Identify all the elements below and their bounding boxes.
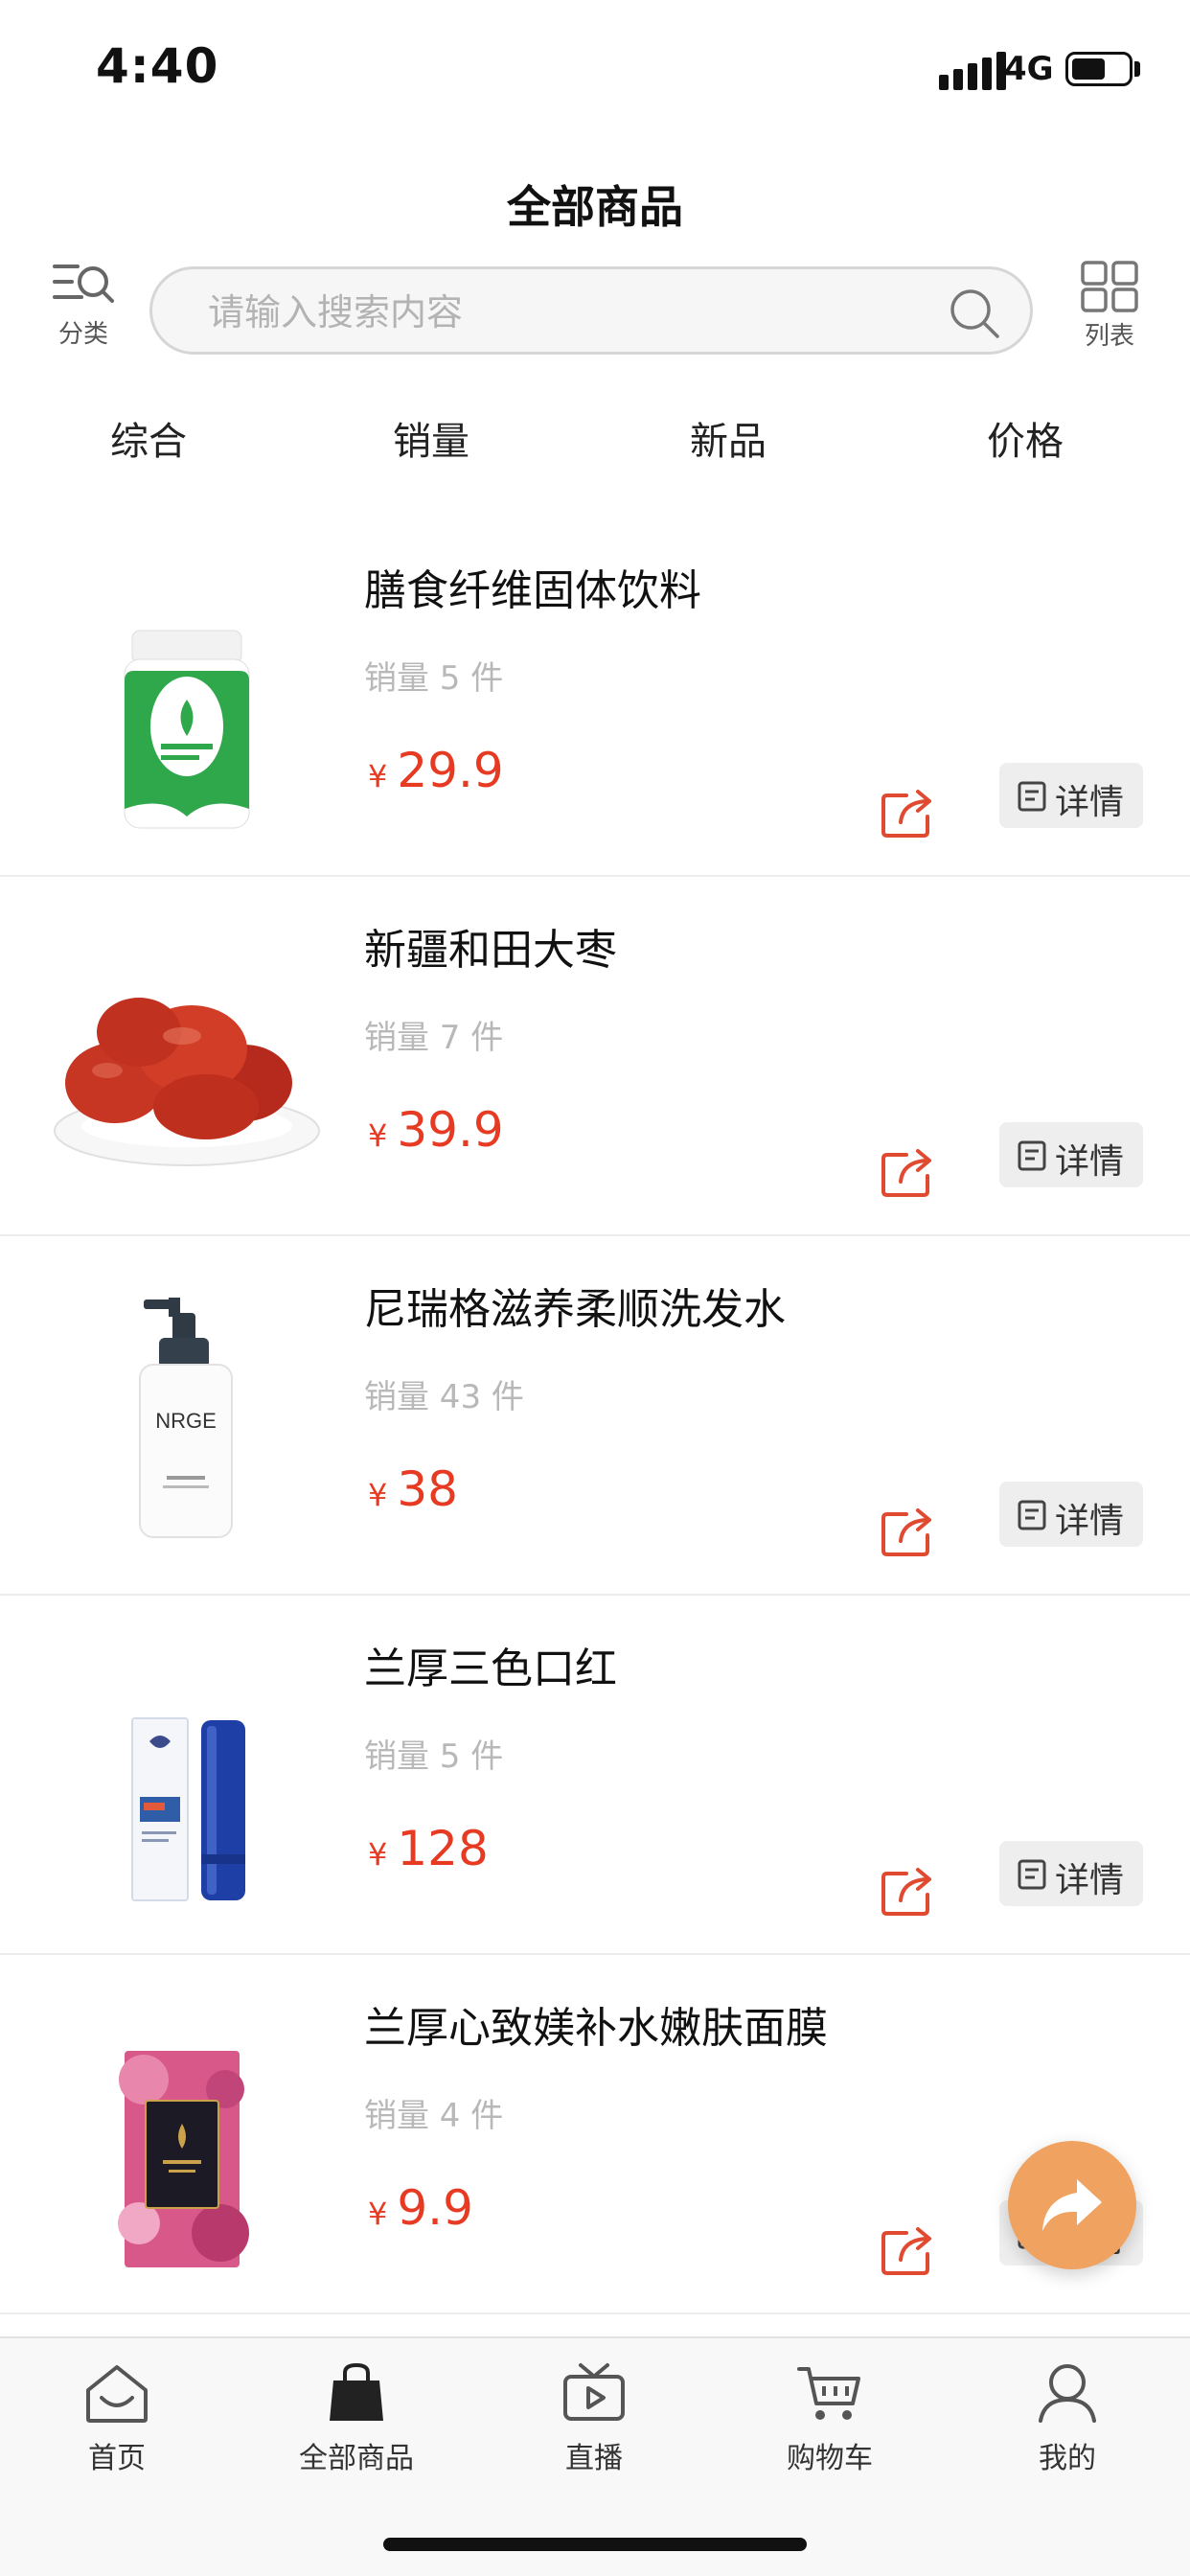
share-icon[interactable] [880, 1862, 937, 1918]
tv-icon [563, 2363, 625, 2421]
home-icon [86, 2365, 148, 2423]
category-search-icon [53, 264, 114, 303]
search-input[interactable] [206, 283, 938, 342]
cart-icon [797, 2367, 860, 2420]
currency-symbol: ¥ [368, 1477, 388, 1513]
product-sales: 销量 7 件 [364, 1019, 504, 1057]
product-row[interactable]: 膳食纤维固体饮料 销量 5 件 ¥29.9 详情 [0, 518, 1190, 877]
search-icon[interactable] [948, 287, 1001, 340]
product-sales: 销量 43 件 [364, 1378, 524, 1416]
product-name[interactable]: 新疆和田大枣 [364, 915, 617, 977]
product-row[interactable]: 兰厚三色口红 销量 5 件 ¥128 详情 [0, 1596, 1190, 1955]
category-button[interactable]: 分类 [50, 261, 117, 350]
product-price: ¥29.9 [368, 743, 504, 798]
detail-label: 详情 [1055, 1861, 1125, 1900]
product-price: ¥38 [368, 1461, 458, 1517]
nav-label: 购物车 [787, 2442, 873, 2475]
nav-label: 直播 [565, 2442, 623, 2475]
product-price: ¥128 [368, 1821, 489, 1876]
share-icon[interactable] [880, 1143, 937, 1199]
share-icon[interactable] [880, 2221, 937, 2277]
product-sales: 销量 5 件 [364, 1737, 504, 1776]
nav-label: 我的 [1039, 2442, 1096, 2475]
detail-button[interactable]: 详情 [999, 1841, 1143, 1906]
sort-tab-sales[interactable]: 销量 [335, 410, 527, 466]
grid-icon [1081, 261, 1138, 312]
price-value: 39.9 [397, 1102, 504, 1158]
product-image-lipstick [131, 1717, 245, 1901]
forward-share-icon [1042, 2179, 1102, 2231]
shampoo-brand-text: NRGE [155, 1409, 217, 1433]
product-price: ¥39.9 [368, 1102, 504, 1158]
product-image-shampoo: NRGE [139, 1298, 233, 1538]
document-icon [1018, 1859, 1046, 1890]
price-value: 9.9 [397, 2180, 473, 2236]
page-title: 全部商品 [507, 181, 683, 233]
document-icon [1018, 781, 1046, 812]
price-value: 38 [397, 1461, 458, 1517]
document-icon [1018, 1140, 1046, 1171]
home-indicator [383, 2538, 807, 2551]
currency-symbol: ¥ [368, 2196, 388, 2232]
currency-symbol: ¥ [368, 1836, 388, 1873]
price-value: 29.9 [397, 743, 504, 798]
product-row[interactable]: 新疆和田大枣 销量 7 件 ¥39.9 详情 [0, 877, 1190, 1236]
detail-label: 详情 [1055, 1502, 1125, 1541]
currency-symbol: ¥ [368, 758, 388, 794]
nav-mine[interactable]: 我的 [972, 2361, 1163, 2476]
nav-all-products[interactable]: 全部商品 [261, 2361, 452, 2476]
detail-button[interactable]: 详情 [999, 1122, 1143, 1187]
product-name[interactable]: 兰厚心致媄补水嫩肤面膜 [364, 1993, 828, 2055]
share-icon[interactable] [880, 784, 937, 840]
product-image-face-mask [118, 2051, 249, 2267]
user-icon [1039, 2364, 1096, 2423]
nav-label: 全部商品 [299, 2442, 414, 2475]
product-row[interactable]: NRGE 尼瑞格滋养柔顺洗发水 销量 43 件 ¥38 详情 [0, 1236, 1190, 1596]
battery-cap [1134, 61, 1140, 77]
detail-button[interactable]: 详情 [999, 1482, 1143, 1547]
document-icon [1018, 1500, 1046, 1530]
price-value: 128 [397, 1821, 489, 1876]
signal-icon [939, 52, 1006, 90]
list-view-button[interactable]: 列表 [1071, 261, 1148, 352]
floating-share-button[interactable] [1008, 2141, 1136, 2269]
sort-tab-comprehensive[interactable]: 综合 [53, 410, 244, 466]
product-image-supplement [124, 630, 250, 829]
product-sales: 销量 4 件 [364, 2097, 504, 2135]
nav-cart[interactable]: 购物车 [734, 2361, 926, 2476]
category-label: 分类 [57, 320, 108, 349]
network-type: 4G [1004, 50, 1054, 88]
list-label: 列表 [1084, 322, 1134, 351]
search-bar[interactable] [149, 266, 1033, 355]
product-image-dates [54, 998, 320, 1166]
product-name[interactable]: 兰厚三色口红 [364, 1634, 617, 1695]
product-row[interactable]: 兰厚心致媄补水嫩肤面膜 销量 4 件 ¥9.9 详情 [0, 1955, 1190, 2314]
sort-tab-price[interactable]: 价格 [929, 410, 1121, 466]
product-name[interactable]: 膳食纤维固体饮料 [364, 556, 701, 617]
sort-tab-new[interactable]: 新品 [632, 410, 824, 466]
battery-icon [1065, 52, 1133, 86]
currency-symbol: ¥ [368, 1117, 388, 1154]
nav-live[interactable]: 直播 [498, 2361, 690, 2476]
bag-icon [330, 2362, 383, 2421]
nav-label: 首页 [88, 2442, 146, 2475]
detail-label: 详情 [1055, 783, 1125, 822]
product-name[interactable]: 尼瑞格滋养柔顺洗发水 [364, 1275, 786, 1336]
status-time: 4:40 [96, 38, 219, 94]
share-icon[interactable] [880, 1503, 937, 1558]
product-sales: 销量 5 件 [364, 659, 504, 698]
detail-label: 详情 [1055, 1142, 1125, 1182]
detail-button[interactable]: 详情 [999, 763, 1143, 828]
product-price: ¥9.9 [368, 2180, 473, 2236]
nav-home[interactable]: 首页 [21, 2361, 213, 2476]
